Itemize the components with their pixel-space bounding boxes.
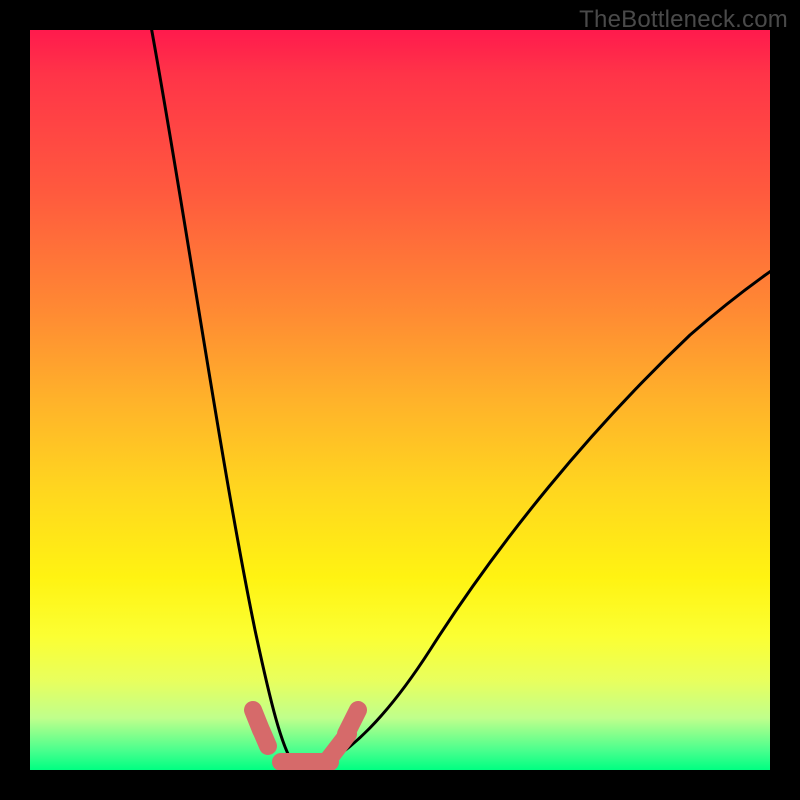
chart-stage: TheBottleneck.com [0, 0, 800, 800]
watermark-text: TheBottleneck.com [579, 6, 788, 34]
plot-area [30, 30, 770, 770]
valley-markers [253, 710, 358, 762]
curve-layer [30, 30, 770, 770]
bottleneck-curve [148, 30, 770, 769]
